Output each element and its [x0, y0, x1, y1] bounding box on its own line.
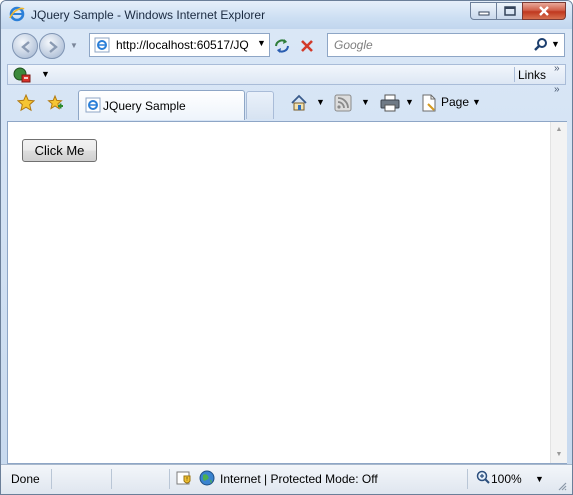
forward-button[interactable]	[39, 33, 65, 59]
feeds-dropdown[interactable]: ▼	[361, 97, 370, 107]
window-title: JQuery Sample - Windows Internet Explore…	[31, 8, 266, 22]
links-separator	[514, 67, 515, 82]
page-icon[interactable]	[420, 94, 438, 112]
minimize-icon	[478, 11, 489, 16]
zoom-dropdown[interactable]: ▼	[535, 474, 544, 484]
search-input[interactable]: Google	[334, 38, 373, 52]
vertical-scrollbar[interactable]: ▲ ▼	[550, 122, 567, 463]
status-bar: Done ! Internet | Protected Mode: Off 10…	[1, 464, 572, 494]
maximize-icon	[503, 6, 516, 16]
home-icon[interactable]	[290, 94, 308, 112]
status-separator	[467, 469, 468, 489]
address-input[interactable]: http://localhost:60517/JQ	[116, 38, 249, 52]
commands-chevron-icon[interactable]: »	[554, 84, 560, 95]
title-bar[interactable]: JQuery Sample - Windows Internet Explore…	[1, 1, 572, 29]
back-icon	[21, 41, 30, 53]
stop-icon[interactable]	[297, 36, 317, 56]
browser-window: JQuery Sample - Windows Internet Explore…	[0, 0, 573, 495]
maximize-button[interactable]	[496, 2, 523, 20]
favorites-star-icon[interactable]	[17, 94, 35, 112]
add-favorite-icon[interactable]	[46, 94, 64, 112]
refresh-icon[interactable]	[273, 37, 291, 55]
addon-dropdown[interactable]: ▼	[41, 69, 50, 79]
status-separator	[51, 469, 52, 489]
page-menu-label[interactable]: Page	[441, 95, 469, 109]
back-button[interactable]	[12, 33, 38, 59]
tab-jquery-sample[interactable]: JQuery Sample	[78, 90, 245, 120]
new-tab-button[interactable]	[246, 91, 274, 119]
close-button[interactable]	[522, 2, 566, 20]
recent-pages-dropdown[interactable]: ▼	[70, 41, 78, 50]
page-content: Click Me ▲ ▼	[7, 121, 567, 464]
print-icon[interactable]	[380, 94, 400, 112]
page-ie-icon	[94, 37, 110, 53]
search-provider-dropdown[interactable]: ▼	[551, 39, 560, 49]
command-tab-row: JQuery Sample ▼ ▼ ▼ Page ▼ »	[1, 84, 572, 121]
scroll-up-icon[interactable]: ▲	[551, 122, 567, 138]
page-ie-icon	[85, 97, 101, 113]
search-icon[interactable]	[533, 37, 549, 53]
search-box[interactable]: Google ▼	[327, 33, 565, 57]
tab-label: JQuery Sample	[103, 99, 186, 113]
globe-icon[interactable]	[199, 470, 215, 486]
zoom-icon[interactable]	[476, 470, 490, 484]
page-dropdown[interactable]: ▼	[472, 97, 481, 107]
addon-icon[interactable]	[13, 67, 31, 83]
scroll-down-icon[interactable]: ▼	[551, 447, 567, 463]
status-separator	[111, 469, 112, 489]
resize-grip-icon[interactable]	[557, 481, 567, 491]
feeds-icon[interactable]	[334, 94, 352, 112]
print-dropdown[interactable]: ▼	[405, 97, 414, 107]
home-dropdown[interactable]: ▼	[316, 97, 325, 107]
status-text: Done	[11, 472, 40, 486]
close-icon	[539, 6, 549, 16]
address-dropdown[interactable]: ▼	[257, 38, 266, 48]
window-controls	[470, 2, 566, 20]
address-toolbar: ▼ http://localhost:60517/JQ ▼ Google ▼	[1, 29, 572, 63]
links-toolbar: ▼ Links »	[7, 63, 566, 85]
status-separator	[169, 469, 170, 489]
minimize-button[interactable]	[470, 2, 497, 20]
shield-icon[interactable]: !	[176, 470, 192, 486]
svg-text:!: !	[186, 477, 188, 483]
zoom-level[interactable]: 100%	[491, 472, 522, 486]
security-zone-text[interactable]: Internet | Protected Mode: Off	[220, 472, 378, 486]
ie-icon	[9, 6, 25, 22]
address-bar[interactable]: http://localhost:60517/JQ ▼	[89, 33, 270, 57]
links-chevron-icon[interactable]: »	[554, 63, 560, 74]
forward-icon	[49, 41, 58, 53]
click-me-button[interactable]: Click Me	[22, 139, 97, 162]
links-label[interactable]: Links	[518, 68, 546, 82]
